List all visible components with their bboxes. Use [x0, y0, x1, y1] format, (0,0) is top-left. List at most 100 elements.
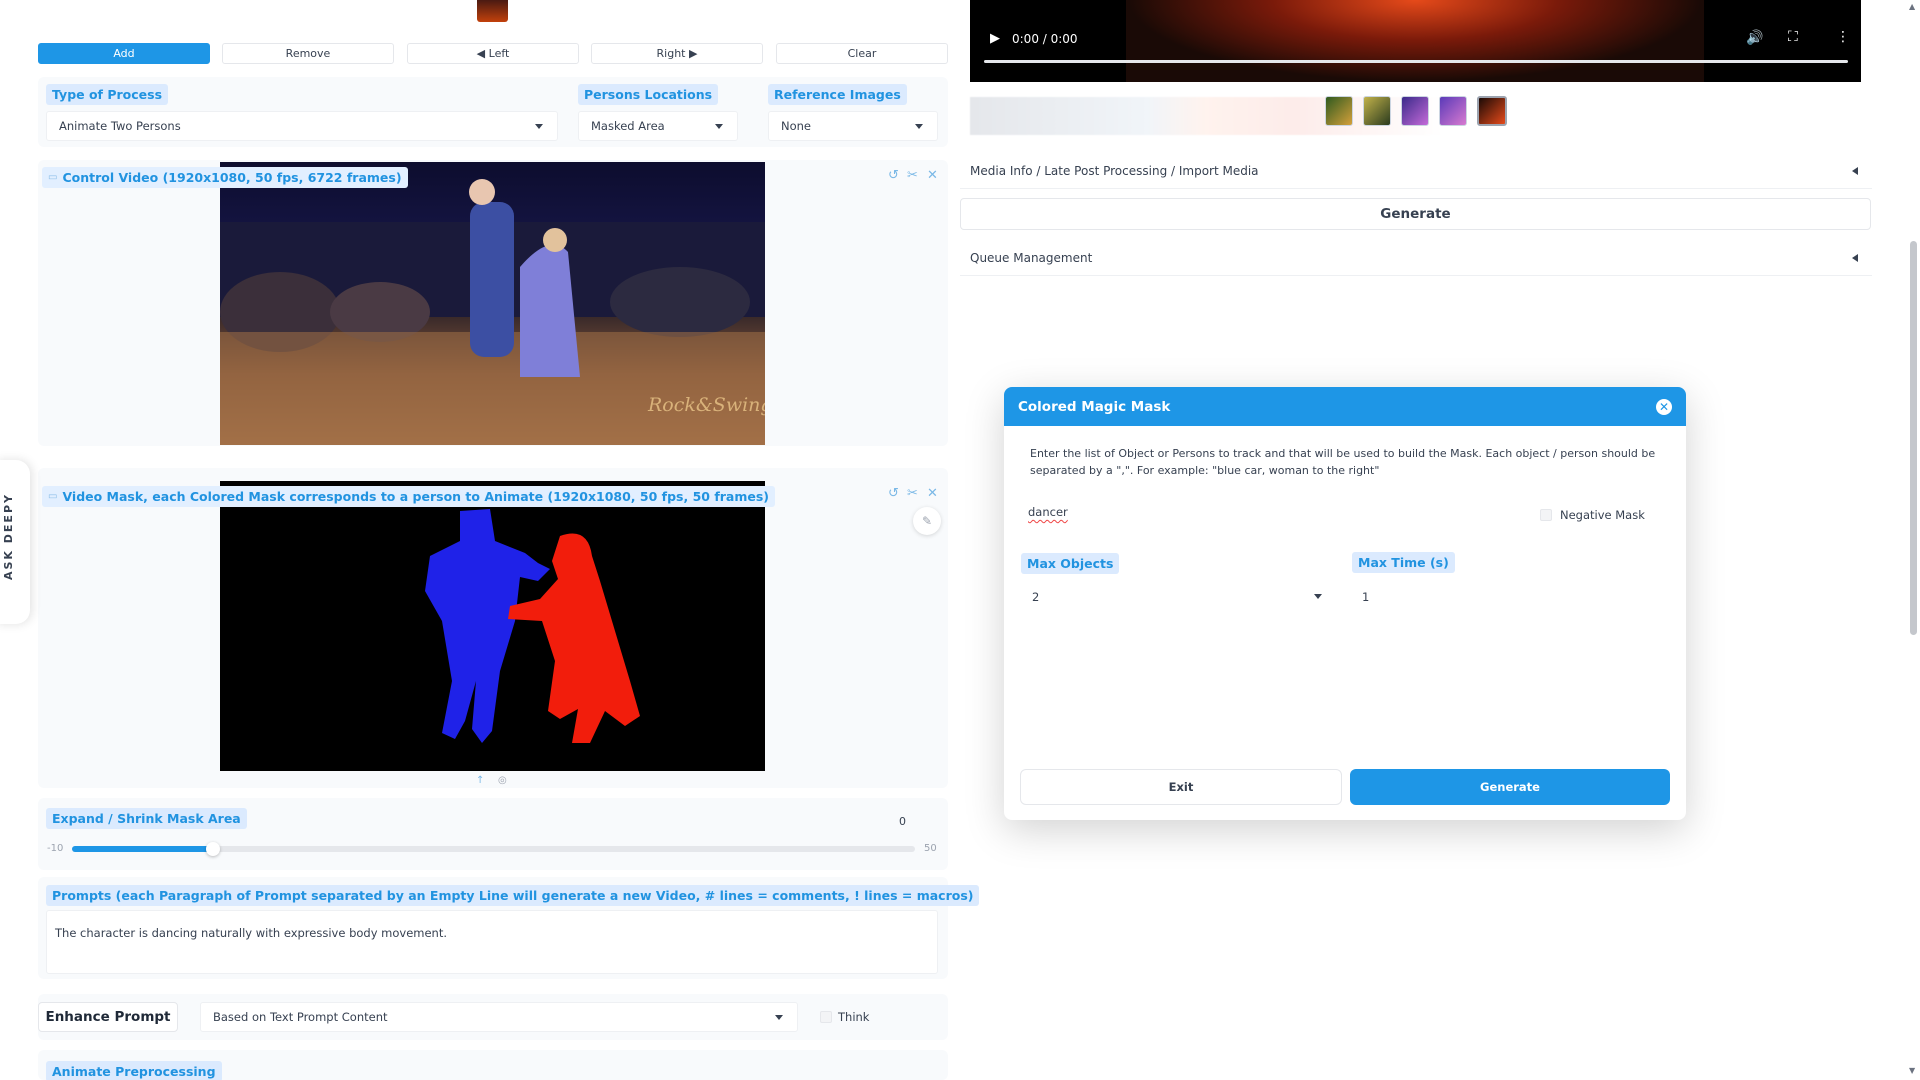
close-icon[interactable]: ✕	[927, 486, 938, 501]
slider-min-label: -10	[47, 843, 64, 854]
type-of-process-label: Type of Process	[46, 84, 169, 105]
video-camera-icon: ▭	[48, 491, 58, 502]
chevron-down-icon	[1314, 594, 1322, 599]
dialog-description: Enter the list of Object or Persons to t…	[1030, 447, 1656, 477]
right-generate-button[interactable]: Generate	[960, 198, 1871, 230]
top-media-thumbnail[interactable]	[477, 0, 508, 22]
enhance-mode-select[interactable]: Based on Text Prompt Content	[200, 1002, 798, 1032]
gallery-thumb[interactable]	[1401, 96, 1429, 126]
max-objects-select[interactable]: 2	[1022, 582, 1334, 610]
ask-deepy-tab[interactable]: ASK DEEPY	[0, 460, 30, 624]
gallery-thumb[interactable]	[1325, 96, 1353, 126]
more-options-icon[interactable]: ⋮	[1836, 29, 1850, 45]
persons-locations-label: Persons Locations	[578, 84, 719, 105]
video-progress-bar[interactable]	[984, 60, 1848, 63]
undo-icon[interactable]: ↺	[888, 486, 899, 501]
scissors-icon[interactable]: ✂	[907, 168, 918, 183]
page-scrollbar[interactable]: ▲ ▼	[1906, 0, 1920, 1080]
media-info-accordion[interactable]: Media Info / Late Post Processing / Impo…	[960, 153, 1872, 189]
video-mask-label-text: Video Mask, each Colored Mask correspond…	[62, 489, 770, 504]
fullscreen-icon[interactable]: ⛶	[1788, 29, 1798, 45]
upload-icon[interactable]: ↑	[476, 775, 484, 786]
scrollbar-thumb[interactable]	[1910, 241, 1917, 635]
enhance-mode-value: Based on Text Prompt Content	[213, 1010, 388, 1024]
slider-thumb[interactable]	[205, 842, 220, 856]
max-time-value: 1	[1362, 590, 1370, 604]
persons-locations-value: Masked Area	[591, 119, 665, 133]
queue-management-label: Queue Management	[970, 250, 1093, 265]
chevron-down-icon	[915, 124, 923, 129]
chevron-down-icon	[535, 124, 543, 129]
dialog-title: Colored Magic Mask	[1018, 398, 1171, 415]
prompts-label: Prompts (each Paragraph of Prompt separa…	[46, 885, 980, 906]
expand-shrink-slider[interactable]	[72, 842, 915, 856]
type-of-process-value: Animate Two Persons	[59, 119, 181, 133]
output-video-player[interactable]: ▶ 0:00 / 0:00 🔊 ⛶ ⋮	[970, 0, 1861, 82]
think-label: Think	[838, 1010, 870, 1024]
max-objects-value: 2	[1032, 590, 1040, 604]
negative-mask-label: Negative Mask	[1560, 508, 1645, 522]
reference-images-label: Reference Images	[768, 84, 907, 105]
collapse-arrow-icon	[1852, 254, 1858, 262]
play-icon[interactable]: ▶	[990, 31, 1000, 46]
video-frame	[1126, 0, 1704, 82]
dialog-header: Colored Magic Mask	[1004, 387, 1686, 426]
track-objects-input[interactable]: dancer	[1022, 497, 1542, 525]
ask-deepy-label: ASK DEEPY	[2, 493, 15, 580]
video-watermark: Rock&Swing	[648, 394, 765, 416]
clear-button[interactable]: Clear	[776, 43, 948, 64]
type-of-process-select[interactable]: Animate Two Persons	[46, 111, 558, 141]
expand-shrink-label: Expand / Shrink Mask Area	[46, 808, 247, 829]
brush-icon: ✎	[921, 514, 933, 528]
think-checkbox[interactable]	[820, 1011, 832, 1023]
expand-shrink-value[interactable]: 0	[899, 815, 906, 828]
max-objects-label: Max Objects	[1021, 553, 1120, 574]
undo-icon[interactable]: ↺	[888, 168, 899, 183]
chevron-down-icon	[775, 1015, 783, 1020]
slider-fill	[72, 846, 213, 852]
scroll-up-icon[interactable]: ▲	[1909, 2, 1915, 11]
media-info-label: Media Info / Late Post Processing / Impo…	[970, 163, 1259, 178]
enhance-prompt-button[interactable]: Enhance Prompt	[38, 1002, 178, 1032]
scissors-icon[interactable]: ✂	[907, 486, 918, 501]
dialog-exit-button[interactable]: Exit	[1020, 769, 1342, 805]
chevron-down-icon	[715, 124, 723, 129]
video-camera-icon: ▭	[48, 172, 58, 183]
gallery-thumb[interactable]	[1439, 96, 1467, 126]
negative-mask-checkbox[interactable]	[1540, 509, 1552, 521]
reference-images-value: None	[781, 119, 812, 133]
move-left-button[interactable]: ◀ Left	[407, 43, 579, 64]
dialog-generate-button[interactable]: Generate	[1350, 769, 1670, 805]
slider-max-label: 50	[924, 843, 937, 854]
mask-silhouettes	[425, 509, 640, 743]
colored-magic-mask-dialog: Colored Magic Mask ✕ Enter the list of O…	[1004, 387, 1686, 820]
close-icon[interactable]: ✕	[927, 168, 938, 183]
reference-images-select[interactable]: None	[768, 111, 938, 141]
scroll-down-icon[interactable]: ▼	[1909, 1066, 1915, 1075]
collapse-arrow-icon	[1852, 167, 1858, 175]
max-time-label: Max Time (s)	[1352, 552, 1455, 573]
dialog-close-button[interactable]: ✕	[1656, 399, 1672, 415]
gallery-strip	[970, 97, 1560, 135]
animate-preprocessing-label: Animate Preprocessing	[46, 1061, 222, 1080]
video-mask-frame[interactable]	[220, 481, 765, 771]
add-button[interactable]: Add	[38, 43, 210, 64]
brush-tool-button[interactable]: ✎	[913, 507, 941, 535]
video-time: 0:00 / 0:00	[1012, 32, 1078, 46]
queue-management-accordion[interactable]: Queue Management	[960, 240, 1872, 276]
control-video-label: ▭ Control Video (1920x1080, 50 fps, 6722…	[42, 167, 408, 188]
remove-button[interactable]: Remove	[222, 43, 394, 64]
close-icon: ✕	[1658, 400, 1670, 414]
volume-icon[interactable]: 🔊	[1746, 30, 1763, 46]
track-objects-value: dancer	[1028, 505, 1068, 519]
control-video-frame[interactable]: Rock&Swing	[220, 162, 765, 445]
prompt-textarea[interactable]: The character is dancing naturally with …	[46, 910, 938, 974]
persons-locations-select[interactable]: Masked Area	[578, 111, 738, 141]
max-time-input[interactable]: 1	[1352, 582, 1666, 610]
move-right-button[interactable]: Right ▶	[591, 43, 763, 64]
gallery-thumb[interactable]	[1477, 96, 1507, 126]
prompt-text: The character is dancing naturally with …	[55, 926, 448, 940]
gallery-thumb[interactable]	[1363, 96, 1391, 126]
control-video-label-text: Control Video (1920x1080, 50 fps, 6722 f…	[62, 170, 402, 185]
camera-icon[interactable]: ◎	[498, 775, 507, 786]
